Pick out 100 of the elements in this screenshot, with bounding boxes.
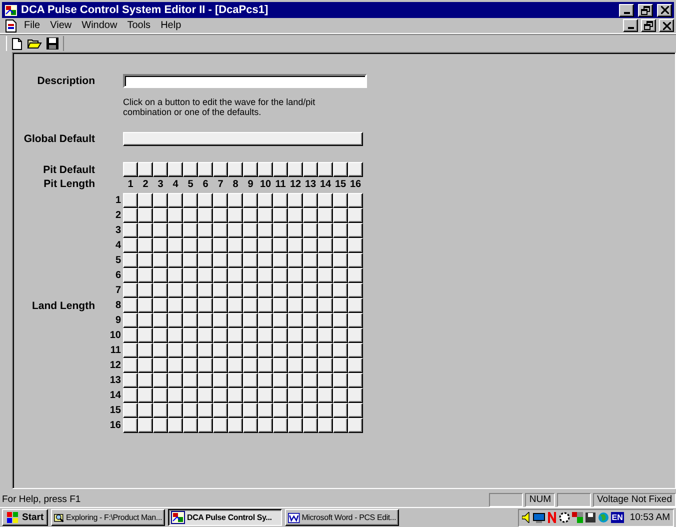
wave-cell-button[interactable]	[333, 253, 348, 268]
wave-cell-button[interactable]	[168, 403, 183, 418]
wave-cell-button[interactable]	[198, 283, 213, 298]
wave-cell-button[interactable]	[303, 268, 318, 283]
pit-default-button[interactable]	[138, 162, 153, 177]
wave-cell-button[interactable]	[348, 313, 363, 328]
wave-cell-button[interactable]	[123, 328, 138, 343]
wave-cell-button[interactable]	[213, 298, 228, 313]
wave-cell-button[interactable]	[303, 343, 318, 358]
wave-cell-button[interactable]	[168, 373, 183, 388]
pit-default-button[interactable]	[273, 162, 288, 177]
wave-cell-button[interactable]	[138, 298, 153, 313]
wave-cell-button[interactable]	[123, 223, 138, 238]
wave-cell-button[interactable]	[303, 193, 318, 208]
wave-cell-button[interactable]	[243, 403, 258, 418]
wave-cell-button[interactable]	[288, 193, 303, 208]
wave-cell-button[interactable]	[213, 253, 228, 268]
wave-cell-button[interactable]	[333, 193, 348, 208]
wave-cell-button[interactable]	[258, 313, 273, 328]
wave-cell-button[interactable]	[288, 313, 303, 328]
wave-cell-button[interactable]	[318, 403, 333, 418]
wave-cell-button[interactable]	[303, 388, 318, 403]
wave-cell-button[interactable]	[213, 283, 228, 298]
wave-cell-button[interactable]	[183, 403, 198, 418]
wave-cell-button[interactable]	[258, 283, 273, 298]
pit-default-button[interactable]	[303, 162, 318, 177]
wave-cell-button[interactable]	[213, 238, 228, 253]
wave-cell-button[interactable]	[303, 223, 318, 238]
wave-cell-button[interactable]	[123, 343, 138, 358]
wave-cell-button[interactable]	[183, 208, 198, 223]
wave-cell-button[interactable]	[288, 223, 303, 238]
wave-cell-button[interactable]	[153, 418, 168, 433]
wave-cell-button[interactable]	[213, 193, 228, 208]
wave-cell-button[interactable]	[318, 208, 333, 223]
pit-default-button[interactable]	[168, 162, 183, 177]
wave-cell-button[interactable]	[243, 238, 258, 253]
wave-cell-button[interactable]	[243, 328, 258, 343]
wave-cell-button[interactable]	[153, 373, 168, 388]
wave-cell-button[interactable]	[348, 358, 363, 373]
wave-cell-button[interactable]	[198, 238, 213, 253]
wave-cell-button[interactable]	[243, 253, 258, 268]
wave-cell-button[interactable]	[153, 298, 168, 313]
wave-cell-button[interactable]	[198, 358, 213, 373]
wave-cell-button[interactable]	[318, 313, 333, 328]
wave-cell-button[interactable]	[198, 298, 213, 313]
wave-cell-button[interactable]	[348, 283, 363, 298]
wave-cell-button[interactable]	[258, 253, 273, 268]
wave-cell-button[interactable]	[153, 208, 168, 223]
wave-cell-button[interactable]	[288, 253, 303, 268]
wave-cell-button[interactable]	[348, 418, 363, 433]
monitor-icon[interactable]	[532, 512, 545, 523]
wave-cell-button[interactable]	[168, 208, 183, 223]
new-file-icon[interactable]	[11, 36, 23, 50]
wave-cell-button[interactable]	[138, 238, 153, 253]
wave-cell-button[interactable]	[228, 358, 243, 373]
wave-cell-button[interactable]	[288, 268, 303, 283]
wave-cell-button[interactable]	[303, 298, 318, 313]
wave-cell-button[interactable]	[243, 418, 258, 433]
wave-cell-button[interactable]	[228, 403, 243, 418]
wave-cell-button[interactable]	[258, 328, 273, 343]
wave-cell-button[interactable]	[348, 208, 363, 223]
wave-cell-button[interactable]	[258, 373, 273, 388]
wave-cell-button[interactable]	[333, 313, 348, 328]
wave-cell-button[interactable]	[273, 313, 288, 328]
wave-cell-button[interactable]	[348, 343, 363, 358]
wave-cell-button[interactable]	[258, 358, 273, 373]
wave-cell-button[interactable]	[258, 268, 273, 283]
wave-cell-button[interactable]	[123, 298, 138, 313]
wave-cell-button[interactable]	[258, 208, 273, 223]
taskbar-button[interactable]: DCA Pulse Control Sy...	[168, 509, 282, 526]
wave-cell-button[interactable]	[213, 358, 228, 373]
wave-cell-button[interactable]	[348, 403, 363, 418]
wave-cell-button[interactable]	[348, 268, 363, 283]
wave-cell-button[interactable]	[348, 223, 363, 238]
wave-cell-button[interactable]	[138, 208, 153, 223]
pit-default-button[interactable]	[348, 162, 363, 177]
wave-cell-button[interactable]	[168, 328, 183, 343]
wave-cell-button[interactable]	[333, 328, 348, 343]
wave-cell-button[interactable]	[333, 358, 348, 373]
wave-cell-button[interactable]	[198, 208, 213, 223]
wave-cell-button[interactable]	[318, 268, 333, 283]
wave-cell-button[interactable]	[288, 283, 303, 298]
wave-cell-button[interactable]	[258, 403, 273, 418]
minimize-button[interactable]	[619, 4, 634, 16]
wave-cell-button[interactable]	[138, 403, 153, 418]
wave-cell-button[interactable]	[198, 388, 213, 403]
wave-cell-button[interactable]	[198, 193, 213, 208]
wave-cell-button[interactable]	[258, 388, 273, 403]
wave-cell-button[interactable]	[318, 388, 333, 403]
wave-cell-button[interactable]	[258, 343, 273, 358]
wave-cell-button[interactable]	[213, 268, 228, 283]
wave-cell-button[interactable]	[123, 238, 138, 253]
wave-cell-button[interactable]	[168, 268, 183, 283]
wave-cell-button[interactable]	[153, 193, 168, 208]
pit-default-button[interactable]	[198, 162, 213, 177]
wave-cell-button[interactable]	[303, 283, 318, 298]
wave-cell-button[interactable]	[288, 343, 303, 358]
wave-cell-button[interactable]	[183, 298, 198, 313]
wave-cell-button[interactable]	[288, 328, 303, 343]
wave-cell-button[interactable]	[303, 373, 318, 388]
